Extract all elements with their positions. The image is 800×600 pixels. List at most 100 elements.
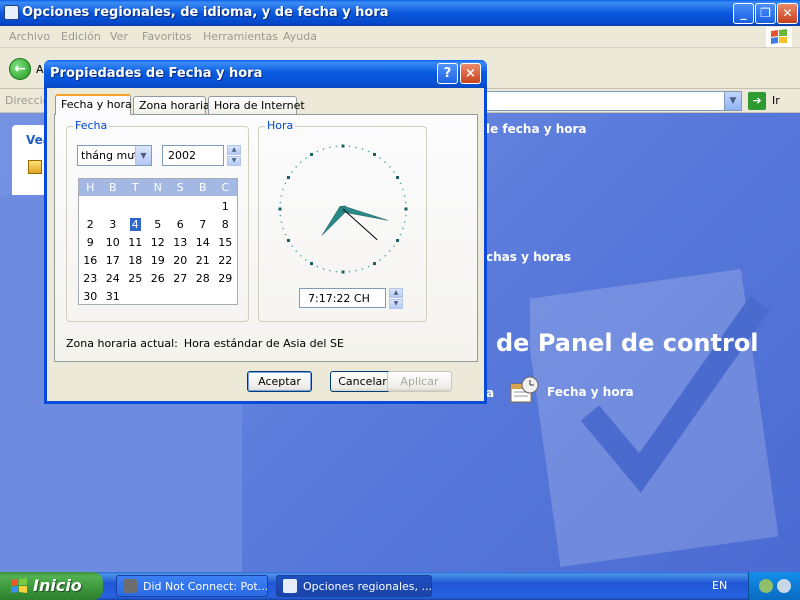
month-select[interactable]: tháng mười ▼ <box>77 145 152 166</box>
date-group-label: Fecha <box>73 119 110 132</box>
menu-ver[interactable]: Ver <box>110 30 128 43</box>
year-input[interactable]: 2002 <box>162 145 224 166</box>
spin-up-icon[interactable]: ▲ <box>389 288 403 298</box>
calendar-day[interactable]: 10 <box>102 234 125 251</box>
control-panel-icon-label[interactable]: a <box>486 386 494 400</box>
calendar-day[interactable]: 9 <box>79 234 102 251</box>
menu-edicion[interactable]: Edición <box>61 30 101 43</box>
calendar-day[interactable]: 22 <box>214 252 237 269</box>
windows-flag-icon <box>11 578 27 593</box>
clock-minute-mark <box>404 214 407 217</box>
start-button[interactable]: Inicio <box>0 572 103 600</box>
calendar-grid[interactable]: HBTNSBC 1 2 3 4 5 6 7 8 9 10 11 12 13 14 15 16 17 18 19 20 2… <box>78 178 238 305</box>
help-button[interactable]: ? <box>437 63 458 84</box>
maximize-button[interactable]: ❐ <box>755 3 776 24</box>
clock-minute-mark <box>389 250 391 252</box>
taskbar-item-did-not-connect[interactable]: Did Not Connect: Pot... <box>116 575 268 597</box>
calendar-day-selected[interactable]: 4 <box>124 216 147 233</box>
calendar-day[interactable]: 1 <box>214 198 237 215</box>
calendar-day[interactable]: 28 <box>192 270 215 287</box>
clock-minute-mark <box>403 221 406 223</box>
clock-minute-mark <box>361 148 364 150</box>
calendar-day[interactable]: 27 <box>169 270 192 287</box>
calendar-day[interactable]: 24 <box>102 270 125 287</box>
current-timezone: Zona horaria actual: Hora estándar de Asi… <box>66 337 344 350</box>
spin-up-icon[interactable]: ▲ <box>227 145 241 155</box>
spin-down-icon[interactable]: ▼ <box>227 156 241 166</box>
close-button[interactable]: ✕ <box>777 3 798 24</box>
chevron-down-icon[interactable]: ▼ <box>724 92 741 110</box>
calendar-day[interactable]: 2 <box>79 216 102 233</box>
calendar-day[interactable]: 23 <box>79 270 102 287</box>
taskbar: Inicio Did Not Connect: Pot... Opciones … <box>0 572 800 600</box>
year-spinner[interactable]: ▲ ▼ <box>227 145 241 166</box>
address-input[interactable]: ▼ <box>480 91 742 111</box>
control-panel-heading: de Panel de control <box>496 329 759 357</box>
menu-herramientas[interactable]: Herramientas <box>203 30 278 43</box>
calendar-day[interactable]: 7 <box>192 216 215 233</box>
menu-archivo[interactable]: Archivo <box>9 30 50 43</box>
chevron-down-icon[interactable]: ▼ <box>135 146 151 165</box>
timezone-value: Hora estándar de Asia del SE <box>183 337 344 350</box>
clock-minute-mark <box>280 221 283 223</box>
taskbar-item-label: Did Not Connect: Pot... <box>143 580 268 593</box>
calendar-day[interactable]: 18 <box>124 252 147 269</box>
calendar-day[interactable]: 3 <box>102 216 125 233</box>
calendar-day[interactable]: 13 <box>169 234 192 251</box>
date-time-icon-label[interactable]: Fecha y hora <box>547 385 634 399</box>
clock-minute-mark <box>335 270 338 273</box>
calendar-day[interactable]: 14 <box>192 234 215 251</box>
calendar-day[interactable]: 17 <box>102 252 125 269</box>
calendar-day[interactable]: 11 <box>124 234 147 251</box>
windows-logo-icon <box>766 27 792 47</box>
clock-hour-mark <box>310 262 313 266</box>
window-titlebar[interactable]: Opciones regionales, de idioma, y de fec… <box>0 0 800 26</box>
ok-button[interactable]: Aceptar <box>247 371 312 392</box>
menu-favoritos[interactable]: Favoritos <box>142 30 192 43</box>
calendar-day[interactable]: 20 <box>169 252 192 269</box>
section-header-date: le fecha y hora <box>486 122 587 136</box>
timezone-label: Zona horaria actual: <box>66 337 178 350</box>
tab-fecha-y-hora[interactable]: Fecha y hora <box>55 94 132 115</box>
calendar-day[interactable]: 26 <box>147 270 170 287</box>
clock-minute-mark <box>402 227 404 230</box>
calendar-day[interactable]: 8 <box>214 216 237 233</box>
taskbar-item-opciones-regionales[interactable]: Opciones regionales, ... <box>276 575 432 597</box>
calendar-day[interactable]: 21 <box>192 252 215 269</box>
clock-minute-mark <box>305 157 307 159</box>
tray-volume-icon[interactable] <box>777 579 791 593</box>
tab-zona-horaria[interactable]: Zona horaria <box>133 96 210 115</box>
spin-down-icon[interactable]: ▼ <box>389 299 403 309</box>
window-title: Opciones regionales, de idioma, y de fec… <box>22 5 389 20</box>
tray-network-icon[interactable] <box>759 579 773 593</box>
tab-hora-de-internet[interactable]: Hora de Internet <box>208 96 305 115</box>
language-indicator[interactable]: EN <box>712 579 727 592</box>
calendar-day[interactable]: 19 <box>147 252 170 269</box>
dialog-close-button[interactable]: × <box>460 63 481 84</box>
back-button[interactable]: ← <box>9 58 31 80</box>
minimize-button[interactable]: _ <box>733 3 754 24</box>
calendar-day[interactable]: 16 <box>79 252 102 269</box>
calendar-clock-icon[interactable] <box>510 376 540 404</box>
cancel-button[interactable]: Cancelar <box>330 371 395 392</box>
calendar-day[interactable]: 12 <box>147 234 170 251</box>
date-group: Fecha tháng mười ▼ 2002 ▲ ▼ HBTNSBC 1234… <box>66 119 249 322</box>
calendar-day[interactable]: 31 <box>102 288 125 305</box>
time-input[interactable]: 7:17:22 CH <box>299 288 386 308</box>
calendar-day[interactable]: 30 <box>79 288 102 305</box>
calendar-day[interactable]: 15 <box>214 234 237 251</box>
year-value: 2002 <box>168 149 196 162</box>
dialog-title: Propiedades de Fecha y hora <box>50 66 263 81</box>
task-change-date-link[interactable]: chas y horas <box>486 250 571 264</box>
clock-hour-mark <box>373 152 376 156</box>
menu-ayuda[interactable]: Ayuda <box>283 30 317 43</box>
time-spinner[interactable]: ▲ ▼ <box>389 288 403 309</box>
apply-button[interactable]: Aplicar <box>387 371 452 392</box>
calendar-day[interactable]: 29 <box>214 270 237 287</box>
calendar-day[interactable]: 6 <box>169 216 192 233</box>
clock-minute-mark <box>404 201 407 204</box>
calendar-day[interactable]: 25 <box>124 270 147 287</box>
calendar-day[interactable]: 5 <box>147 216 170 233</box>
dialog-titlebar[interactable]: Propiedades de Fecha y hora ? × <box>44 60 487 88</box>
go-button[interactable]: ➔ Ir <box>748 92 798 110</box>
